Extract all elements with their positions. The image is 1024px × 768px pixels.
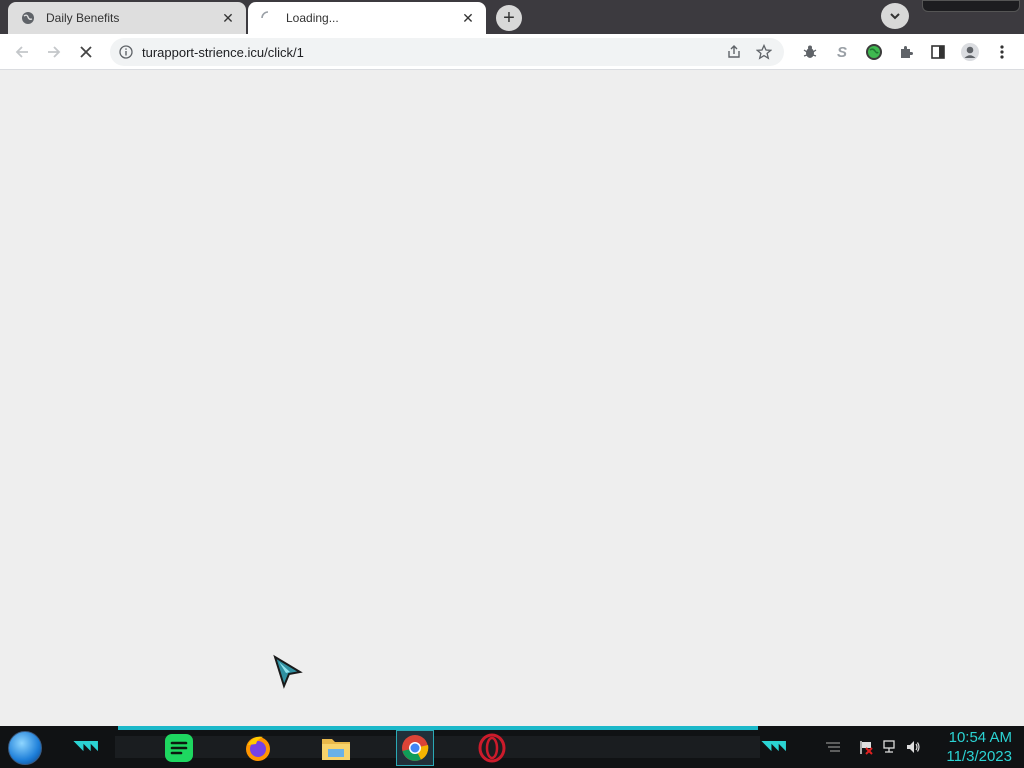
taskbar: ◥◥◥ ◥◥◥ 10:54 AM 11/3/2023 [0, 726, 1024, 768]
chevron-down-icon [890, 13, 900, 20]
profile-icon[interactable] [958, 40, 982, 64]
spotify-icon[interactable] [161, 730, 197, 766]
clock-date: 11/3/2023 [946, 748, 1012, 765]
tab-daily-benefits[interactable]: Daily Benefits ✕ [8, 2, 246, 34]
plus-icon: + [503, 7, 515, 29]
chrome-icon[interactable] [396, 730, 434, 766]
site-info-icon[interactable] [118, 44, 134, 60]
volume-icon[interactable] [904, 738, 922, 756]
firefox-icon[interactable] [240, 730, 276, 766]
opera-icon[interactable] [474, 730, 510, 766]
taskbar-accent-bar [118, 726, 758, 730]
forward-icon [48, 46, 61, 58]
start-button[interactable] [8, 731, 42, 765]
extension-bug-icon[interactable] [798, 40, 822, 64]
address-bar[interactable]: turapport-strience.icu/click/1 [110, 38, 784, 66]
window-caption-decoration [922, 0, 1020, 12]
close-tab-icon[interactable]: ✕ [460, 10, 476, 26]
forward-button[interactable] [42, 40, 66, 64]
clock-time: 10:54 AM [948, 729, 1012, 746]
network-icon[interactable] [880, 738, 898, 756]
close-tab-icon[interactable]: ✕ [220, 10, 236, 26]
system-clock[interactable]: 10:54 AM 11/3/2023 [930, 728, 1012, 766]
tab-title: Daily Benefits [46, 11, 120, 25]
mouse-cursor-icon [272, 654, 304, 690]
tab-search-button[interactable] [881, 3, 909, 29]
browser-toolbar: turapport-strience.icu/click/1 S [0, 34, 1024, 70]
extension-globe-icon[interactable] [862, 40, 886, 64]
share-icon[interactable] [724, 42, 744, 62]
bookmark-star-icon[interactable] [754, 42, 774, 62]
file-explorer-icon[interactable] [318, 730, 354, 766]
tab-loading[interactable]: Loading... ✕ [248, 2, 486, 34]
taskbar-frame [115, 736, 760, 758]
extensions-puzzle-icon[interactable] [894, 40, 918, 64]
url-text: turapport-strience.icu/click/1 [142, 44, 304, 60]
side-panel-icon[interactable] [926, 40, 950, 64]
back-icon [15, 46, 28, 58]
stop-icon [80, 46, 92, 58]
loading-spinner-icon [260, 10, 276, 26]
chevron-decoration-icon: ◥◥◥ [762, 738, 786, 752]
action-center-flag-icon[interactable] [857, 738, 875, 756]
tab-strip: Daily Benefits ✕ Loading... ✕ + [0, 0, 1024, 34]
tab-title: Loading... [286, 11, 339, 25]
menu-icon[interactable] [990, 40, 1014, 64]
globe-icon [20, 10, 36, 26]
stop-button[interactable] [74, 40, 98, 64]
extension-s-icon[interactable]: S [830, 40, 854, 64]
new-tab-button[interactable]: + [496, 5, 522, 31]
page-content [0, 70, 1024, 726]
extension-s-label: S [836, 43, 847, 61]
chevron-decoration-icon: ◥◥◥ [74, 738, 98, 752]
show-hidden-icons-icon[interactable] [824, 738, 842, 756]
back-button[interactable] [10, 40, 34, 64]
